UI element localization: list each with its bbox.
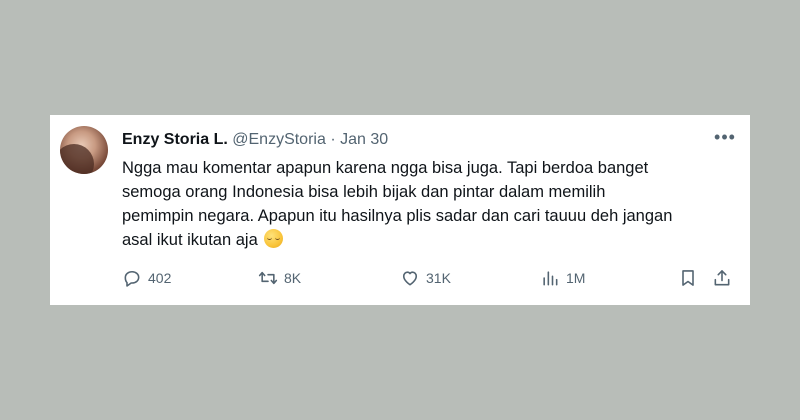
header-separator: · bbox=[330, 131, 336, 148]
views-count: 1M bbox=[566, 270, 586, 286]
tweet-text-line: asal ikut ikutan aja bbox=[122, 231, 258, 249]
tweet-actions: 402 8K 31K 1M bbox=[122, 267, 740, 291]
bookmark-button[interactable] bbox=[678, 267, 698, 289]
tweet-date[interactable]: Jan 30 bbox=[340, 131, 388, 148]
like-button[interactable]: 31K bbox=[400, 267, 451, 289]
tweet-text-line: semoga orang Indonesia bisa lebih bijak … bbox=[122, 183, 606, 201]
tweet-card[interactable]: Enzy Storia L. @EnzyStoria · Jan 30 ••• … bbox=[50, 115, 750, 305]
avatar[interactable] bbox=[60, 126, 108, 174]
tweet-header: Enzy Storia L. @EnzyStoria · Jan 30 bbox=[122, 130, 388, 150]
reply-count: 402 bbox=[148, 270, 172, 286]
share-icon bbox=[714, 270, 730, 286]
retweet-button[interactable]: 8K bbox=[258, 267, 301, 289]
retweet-count: 8K bbox=[284, 270, 302, 286]
pleading-face-emoji bbox=[264, 229, 284, 248]
tweet-text-line: Ngga mau komentar apapun karena ngga bis… bbox=[122, 159, 649, 177]
share-button[interactable] bbox=[712, 267, 732, 289]
author-handle[interactable]: @EnzyStoria bbox=[232, 131, 326, 148]
tweet-text: Ngga mau komentar apapun karena ngga bis… bbox=[122, 156, 742, 252]
reply-button[interactable]: 402 bbox=[122, 267, 171, 289]
views-button[interactable]: 1M bbox=[540, 267, 585, 289]
like-count: 31K bbox=[426, 270, 451, 286]
bookmark-icon bbox=[682, 270, 694, 286]
retweet-icon bbox=[258, 271, 278, 285]
views-chart-icon bbox=[543, 271, 558, 286]
author-name[interactable]: Enzy Storia L. bbox=[122, 131, 228, 148]
reply-icon bbox=[124, 270, 140, 287]
heart-icon bbox=[402, 271, 418, 286]
tweet-text-line: pemimpin negara. Apapun itu hasilnya pli… bbox=[122, 207, 673, 225]
more-options-icon[interactable]: ••• bbox=[714, 128, 736, 149]
